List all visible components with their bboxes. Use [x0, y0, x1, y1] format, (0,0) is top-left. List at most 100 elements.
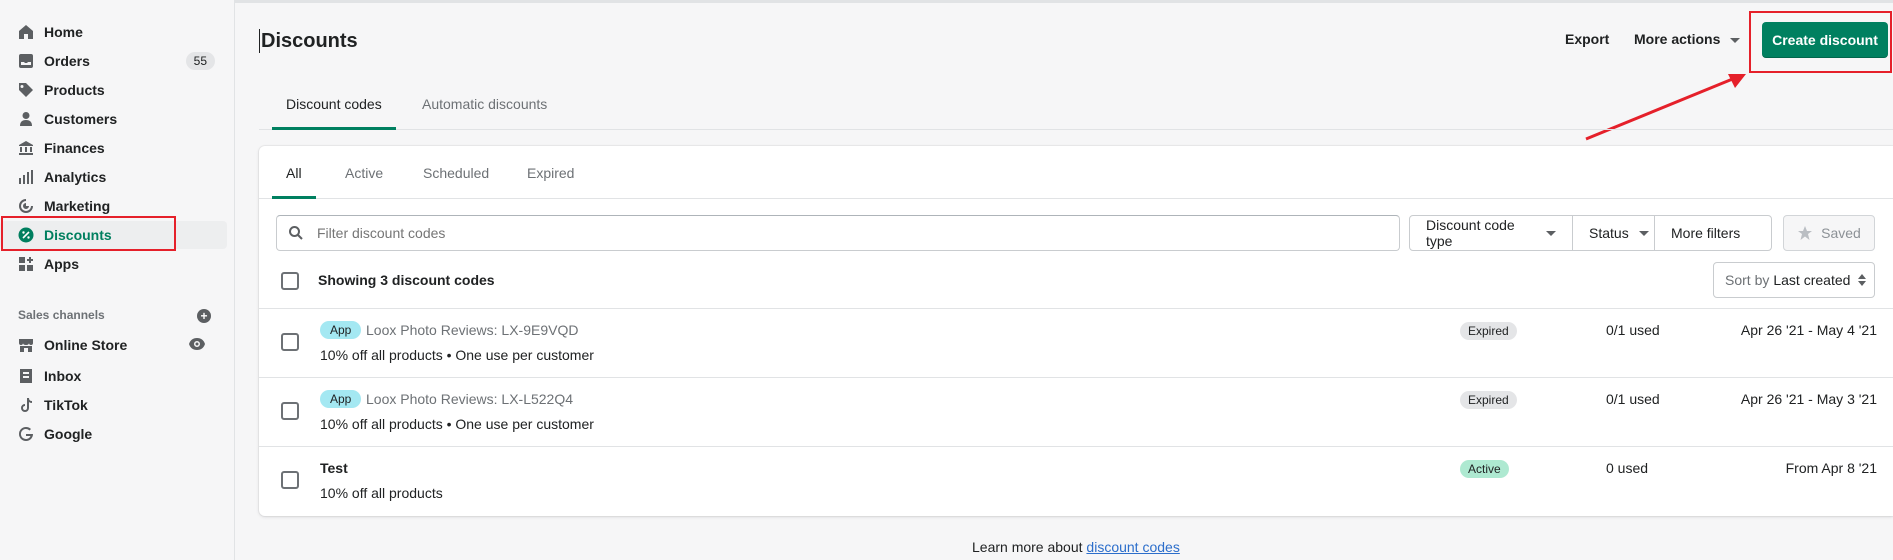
app-badge: App	[320, 321, 362, 339]
active-dates: Apr 26 '21 - May 4 '21	[1740, 322, 1877, 338]
tab-automatic-discounts[interactable]: Automatic discounts	[408, 84, 561, 130]
chevron-down-icon	[1730, 37, 1741, 43]
annotation-box-discounts	[1, 216, 176, 251]
star-icon	[1798, 226, 1813, 240]
sidebar-item-label: Google	[44, 426, 93, 442]
row-checkbox[interactable]	[281, 471, 299, 489]
sales-channels-label: Sales channels	[18, 308, 105, 322]
orders-icon	[18, 53, 34, 69]
search-icon	[289, 226, 303, 240]
discount-codes-link[interactable]: discount codes	[1086, 539, 1179, 555]
sort-select[interactable]: Sort by Last created	[1713, 262, 1875, 298]
sidebar-item-apps[interactable]: Apps	[0, 250, 227, 278]
discount-type-tabs: Discount codes Automatic discounts	[259, 84, 1893, 130]
status-badge: Expired	[1460, 322, 1517, 340]
more-actions-label: More actions	[1634, 31, 1721, 47]
annotation-box-create	[1749, 11, 1892, 73]
saved-button: Saved	[1783, 215, 1875, 251]
active-dates: Apr 26 '21 - May 3 '21	[1740, 391, 1877, 407]
tab-scheduled[interactable]: Scheduled	[409, 146, 503, 199]
chevron-down-icon	[1546, 230, 1556, 236]
discount-description: 10% off all products • One use per custo…	[320, 347, 594, 363]
row-checkbox[interactable]	[281, 402, 299, 420]
sidebar-item-analytics[interactable]: Analytics	[0, 163, 227, 191]
discount-row[interactable]: App Loox Photo Reviews: LX-9E9VQD 10% of…	[259, 308, 1893, 377]
discount-code-name[interactable]: Test	[320, 460, 348, 476]
select-all-checkbox[interactable]	[281, 272, 299, 290]
home-icon	[18, 24, 34, 40]
bank-icon	[18, 140, 34, 156]
apps-icon	[18, 256, 34, 272]
discount-description: 10% off all products • One use per custo…	[320, 416, 594, 432]
active-dates: From Apr 8 '21	[1785, 460, 1877, 476]
sidebar-item-label: Marketing	[44, 198, 111, 214]
sidebar-item-label: Inbox	[44, 368, 82, 384]
sidebar-item-online-store[interactable]: Online Store	[0, 331, 227, 359]
more-actions-button[interactable]: More actions	[1634, 31, 1741, 47]
tab-all[interactable]: All	[272, 146, 316, 199]
google-icon	[18, 426, 34, 442]
page-title: Discounts	[259, 29, 358, 53]
add-channel-icon[interactable]: +	[197, 309, 211, 323]
usage-count: 0/1 used	[1606, 391, 1660, 407]
learn-more-prefix: Learn more about	[972, 539, 1083, 555]
bar-chart-icon	[18, 169, 34, 185]
sort-arrows-icon	[1858, 274, 1867, 286]
tiktok-icon	[18, 397, 34, 413]
sidebar-item-home[interactable]: Home	[0, 18, 227, 46]
sidebar-item-label: Products	[44, 82, 105, 98]
inbox-icon	[18, 368, 34, 384]
filter-discount-codes-input[interactable]	[276, 215, 1400, 251]
export-button[interactable]: Export	[1565, 31, 1609, 47]
sidebar-item-orders[interactable]: Orders 55	[0, 47, 227, 75]
sidebar-item-label: Finances	[44, 140, 105, 156]
sidebar-item-inbox[interactable]: Inbox	[0, 362, 227, 390]
sidebar-item-label: Orders	[44, 53, 90, 69]
more-filters-button[interactable]: More filters	[1654, 215, 1772, 251]
discounts-card: All Active Scheduled Expired Discount co…	[259, 146, 1893, 516]
discount-description: 10% off all products	[320, 485, 443, 501]
learn-more-footer: Learn more about discount codes	[972, 539, 1180, 555]
filter-label: Discount code type	[1426, 217, 1515, 249]
sort-prefix: Sort by	[1725, 272, 1770, 288]
filter-label: Status	[1589, 225, 1629, 241]
tab-discount-codes[interactable]: Discount codes	[272, 84, 396, 130]
status-filter[interactable]: Status	[1572, 215, 1655, 251]
sidebar-item-finances[interactable]: Finances	[0, 134, 227, 162]
tab-active[interactable]: Active	[331, 146, 397, 199]
usage-count: 0 used	[1606, 460, 1649, 476]
sidebar-item-google[interactable]: Google	[0, 420, 227, 448]
sidebar-item-label: TikTok	[44, 397, 88, 413]
person-icon	[18, 111, 34, 127]
sidebar-item-label: Customers	[44, 111, 118, 127]
sidebar-item-label: Analytics	[44, 169, 107, 185]
tab-expired[interactable]: Expired	[513, 146, 588, 199]
status-badge: Active	[1460, 460, 1509, 478]
top-divider	[235, 0, 1893, 3]
saved-label: Saved	[1821, 225, 1861, 241]
target-icon	[18, 198, 34, 214]
sidebar-item-label: Online Store	[44, 337, 128, 353]
status-badge: Expired	[1460, 391, 1517, 409]
sidebar-item-tiktok[interactable]: TikTok	[0, 391, 227, 419]
chevron-down-icon	[1638, 230, 1649, 236]
discount-row[interactable]: App Loox Photo Reviews: LX-L522Q4 10% of…	[259, 377, 1893, 446]
sidebar-item-products[interactable]: Products	[0, 76, 227, 104]
discount-code-name[interactable]: Loox Photo Reviews: LX-L522Q4	[366, 391, 573, 407]
app-badge: App	[320, 390, 362, 408]
discount-code-type-filter[interactable]: Discount code type	[1409, 215, 1573, 251]
tag-icon	[18, 82, 34, 98]
showing-count: Showing 3 discount codes	[318, 272, 495, 288]
status-tabs: All Active Scheduled Expired	[259, 146, 1893, 199]
discount-code-name[interactable]: Loox Photo Reviews: LX-9E9VQD	[366, 322, 578, 338]
sidebar-item-label: Apps	[44, 256, 79, 272]
discount-row[interactable]: Test 10% off all products Active 0 used …	[259, 446, 1893, 515]
row-checkbox[interactable]	[281, 333, 299, 351]
sidebar-item-customers[interactable]: Customers	[0, 105, 227, 133]
sidebar: Home Orders 55 Products Customers Financ…	[0, 0, 235, 560]
store-icon	[18, 337, 34, 353]
eye-icon[interactable]	[189, 337, 205, 353]
usage-count: 0/1 used	[1606, 322, 1660, 338]
orders-count-badge: 55	[185, 52, 215, 70]
sidebar-item-label: Home	[44, 24, 83, 40]
